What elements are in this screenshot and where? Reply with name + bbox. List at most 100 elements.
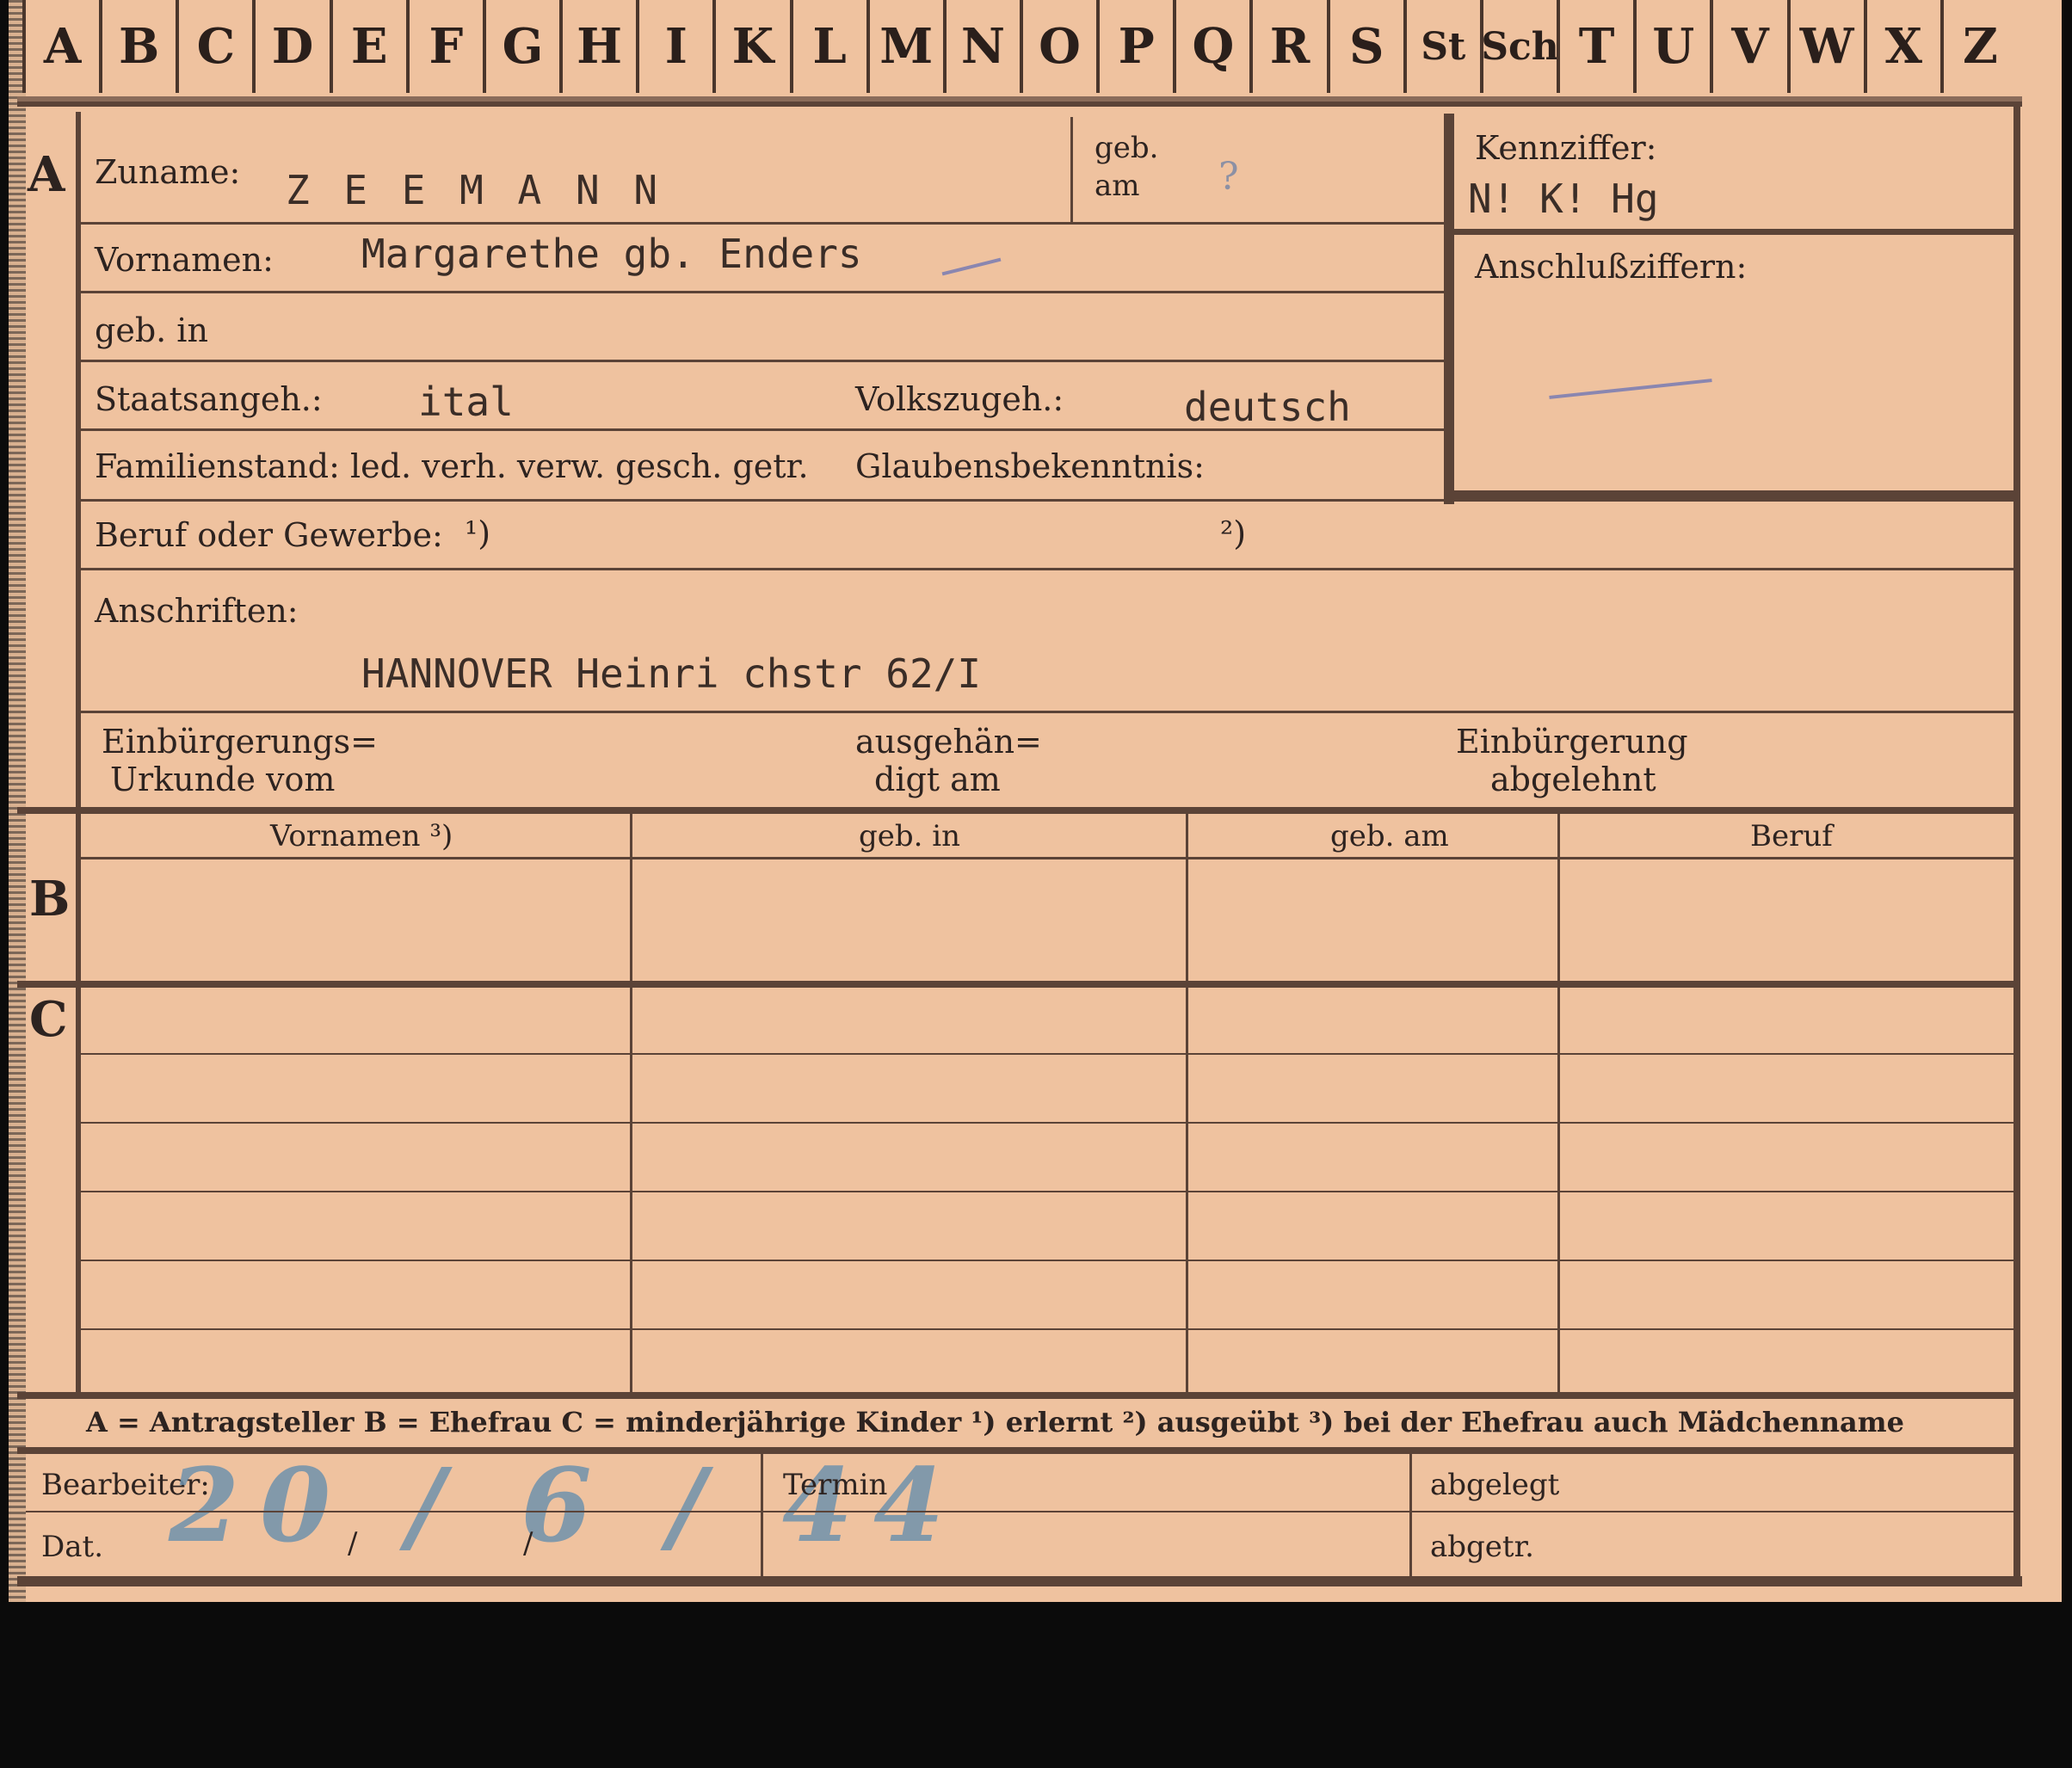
handed-label-1: ausgehän= xyxy=(855,723,1042,761)
rejected-label-2: abgelehnt xyxy=(1490,761,1656,798)
address-value: HANNOVER Heinri chstr 62/I xyxy=(361,650,982,697)
religion-label: Glaubensbekenntnis: xyxy=(855,447,1205,485)
section-b-header-rule xyxy=(81,857,2013,859)
code-label: Kennziffer: xyxy=(1475,129,1657,167)
born-date-label-1: geb. xyxy=(1095,131,1159,165)
filed-label: abgelegt xyxy=(1430,1468,1560,1502)
born-date-label-2: am xyxy=(1095,169,1140,203)
section-b-top-rule xyxy=(17,807,2019,814)
left-column-rule xyxy=(76,112,81,1394)
legend-text: A = Antragsteller B = Ehefrau C = minder… xyxy=(86,1406,1904,1438)
code-box-left xyxy=(1444,114,1454,504)
alphabet-tab-l[interactable]: L xyxy=(789,0,866,93)
index-card: A B C D E F G H I K L M N O P Q R S St Sch T U V W X Z A B C Zuna… xyxy=(9,0,2062,1602)
occupation-row-rule xyxy=(81,568,2013,570)
surname-value: Z E E M A N N xyxy=(286,167,663,213)
alphabet-tab-d[interactable]: D xyxy=(252,0,329,93)
code-value: N! K! Hg xyxy=(1468,176,1659,222)
surname-row-rule xyxy=(81,222,1446,225)
c-row-rule xyxy=(81,1191,2013,1192)
naturalization-label-2: Urkunde vom xyxy=(110,761,336,798)
firstname-label: Vornamen: xyxy=(95,241,274,279)
c-row-rule xyxy=(81,1328,2013,1330)
alphabet-tab-b[interactable]: B xyxy=(99,0,176,93)
link-numbers-label: Anschlußziffern: xyxy=(1475,248,1748,286)
alphabet-tab-h[interactable]: H xyxy=(559,0,636,93)
naturalization-label-1: Einbürgerungs= xyxy=(102,723,378,761)
top-rule-shade xyxy=(17,96,2022,102)
alphabet-tab-m[interactable]: M xyxy=(866,0,943,93)
date-label: Dat. xyxy=(41,1530,104,1564)
alphabet-tab-k[interactable]: K xyxy=(712,0,789,93)
removed-label: abgetr. xyxy=(1430,1530,1534,1564)
code-box-bottom xyxy=(1444,490,2019,501)
footer-divider-1 xyxy=(761,1454,763,1576)
column-divider-1 xyxy=(630,814,632,1392)
birthplace-label: geb. in xyxy=(95,311,208,349)
c-row-rule xyxy=(81,1260,2013,1261)
alphabet-tab-a[interactable]: A xyxy=(22,0,99,93)
column-divider-2 xyxy=(1186,814,1188,1392)
footer-divider-2 xyxy=(1409,1454,1412,1576)
alphabet-tab-p[interactable]: P xyxy=(1096,0,1173,93)
ethnicity-label: Volkszugeh.: xyxy=(855,380,1064,418)
citizenship-value: ital xyxy=(418,379,514,425)
rejected-label-1: Einbürgerung xyxy=(1456,723,1688,761)
alphabet-tab-sch[interactable]: Sch xyxy=(1479,0,1559,93)
check-mark xyxy=(941,257,1002,276)
alphabet-tab-v[interactable]: V xyxy=(1710,0,1786,93)
alphabet-tab-g[interactable]: G xyxy=(482,0,559,93)
date-value: 20 / 6 / 44 xyxy=(169,1445,965,1565)
bottom-rule xyxy=(17,1576,2022,1586)
alphabet-tab-st[interactable]: St xyxy=(1403,0,1480,93)
alphabet-tab-u[interactable]: U xyxy=(1633,0,1710,93)
termin-label: Termin xyxy=(783,1468,888,1502)
firstname-value: Margarethe gb. Enders xyxy=(361,231,862,277)
b-col-occupation: Beruf xyxy=(1750,819,1833,853)
section-c-bottom-rule xyxy=(17,1392,2019,1399)
column-divider-3 xyxy=(1557,814,1560,1392)
section-b-marker: B xyxy=(29,871,71,927)
alphabet-tab-r[interactable]: R xyxy=(1249,0,1326,93)
date-slash-1: / xyxy=(348,1526,358,1561)
citizenship-row-rule xyxy=(81,428,1446,431)
c-row-rule xyxy=(81,1053,2013,1055)
pencil-stroke xyxy=(1549,379,1712,399)
alphabet-tab-n[interactable]: N xyxy=(942,0,1020,93)
ethnicity-value: deutsch xyxy=(1184,384,1351,430)
firstname-row-rule xyxy=(81,291,1446,293)
born-date-value: ? xyxy=(1218,155,1239,199)
section-a-marker: A xyxy=(28,146,65,203)
right-frame-rule xyxy=(2013,107,2020,1585)
b-col-birthplace: geb. in xyxy=(859,819,961,853)
alphabet-tab-z[interactable]: Z xyxy=(1939,0,2017,93)
alphabet-tab-f[interactable]: F xyxy=(405,0,483,93)
code-box-divider xyxy=(1454,229,2015,235)
alphabet-tab-e[interactable]: E xyxy=(329,0,406,93)
alphabet-tab-c[interactable]: C xyxy=(176,0,252,93)
alphabet-tab-strip: A B C D E F G H I K L M N O P Q R S St Sch T U V W X Z xyxy=(22,0,2017,100)
alphabet-tab-t[interactable]: T xyxy=(1557,0,1633,93)
alphabet-tab-q[interactable]: Q xyxy=(1173,0,1249,93)
alphabet-tab-o[interactable]: O xyxy=(1020,0,1096,93)
born-date-divider xyxy=(1070,117,1073,222)
perforated-edge xyxy=(9,0,26,1602)
alphabet-tab-w[interactable]: W xyxy=(1786,0,1864,93)
surname-label: Zuname: xyxy=(95,153,241,191)
occupation-note-1: ¹) xyxy=(465,514,491,552)
occupation-note-2: ²) xyxy=(1220,514,1247,552)
c-row-rule xyxy=(81,1122,2013,1124)
handed-label-2: digt am xyxy=(874,761,1001,798)
section-c-marker: C xyxy=(29,991,68,1048)
date-slash-2: / xyxy=(523,1526,533,1561)
alphabet-tab-x[interactable]: X xyxy=(1863,0,1940,93)
alphabet-tab-i[interactable]: I xyxy=(636,0,712,93)
address-row-rule xyxy=(81,711,2013,713)
occupation-label: Beruf oder Gewerbe: xyxy=(95,516,443,554)
footer-mid-rule xyxy=(26,1511,2015,1512)
b-col-firstnames: Vornamen ³) xyxy=(270,819,453,853)
section-b-bottom-rule xyxy=(17,981,2019,988)
citizenship-label: Staatsangeh.: xyxy=(95,380,323,418)
b-col-birthdate: geb. am xyxy=(1330,819,1449,853)
alphabet-tab-s[interactable]: S xyxy=(1326,0,1403,93)
